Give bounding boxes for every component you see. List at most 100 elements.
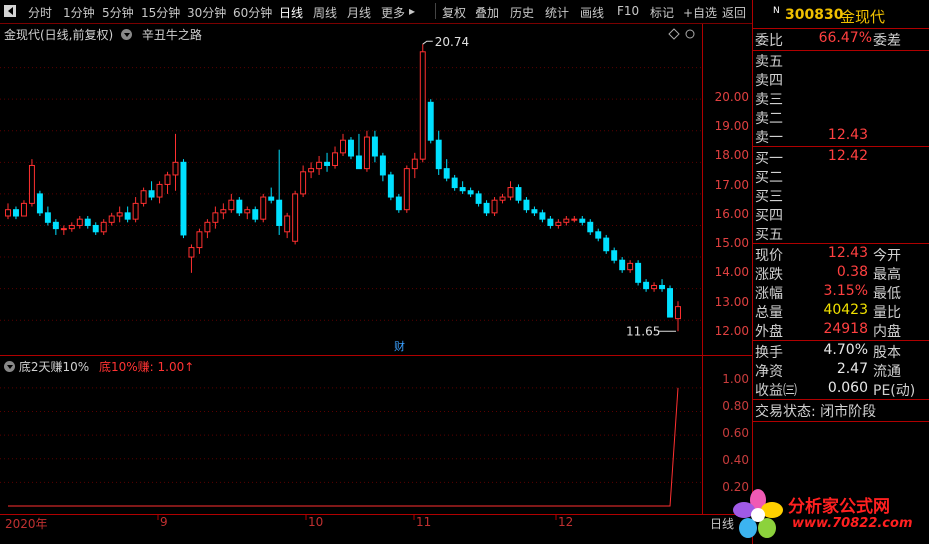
candle[interactable] <box>108 212 115 226</box>
tab-monthly[interactable]: 月线 <box>347 4 371 21</box>
candle[interactable] <box>36 190 43 216</box>
diamond-icon[interactable] <box>668 28 680 40</box>
candle[interactable] <box>100 219 107 235</box>
candle[interactable] <box>292 190 299 245</box>
candle[interactable] <box>427 99 434 144</box>
candle[interactable] <box>44 206 51 226</box>
candle[interactable] <box>675 301 681 332</box>
btn-lishi[interactable]: 历史 <box>510 4 534 21</box>
candle[interactable] <box>579 216 586 226</box>
candle[interactable] <box>451 174 458 191</box>
candle[interactable] <box>363 130 370 172</box>
candle[interactable] <box>212 206 219 229</box>
candle[interactable] <box>116 206 123 223</box>
candle[interactable] <box>308 162 315 179</box>
candle[interactable] <box>140 187 147 207</box>
candle[interactable] <box>260 193 267 223</box>
tab-60min[interactable]: 60分钟 <box>233 4 272 21</box>
more-arrow-icon[interactable]: ▸ <box>409 4 415 18</box>
candle[interactable] <box>220 203 227 220</box>
candle[interactable] <box>316 156 323 175</box>
candle[interactable] <box>411 152 418 179</box>
candle[interactable] <box>348 137 354 160</box>
candle[interactable] <box>132 197 139 223</box>
candle[interactable] <box>531 206 538 216</box>
candle[interactable] <box>252 206 259 223</box>
candle[interactable] <box>603 234 610 254</box>
candle[interactable] <box>355 133 362 170</box>
tab-5min[interactable]: 5分钟 <box>102 4 134 21</box>
financial-report-badge[interactable]: 财 <box>394 339 405 353</box>
candle[interactable] <box>228 193 235 213</box>
candle[interactable] <box>268 187 275 204</box>
candle[interactable] <box>13 206 19 220</box>
btn-huaxian[interactable]: 画线 <box>580 4 604 21</box>
candle[interactable] <box>587 219 594 235</box>
candle[interactable] <box>547 216 554 229</box>
candle[interactable] <box>52 219 59 235</box>
candle[interactable] <box>196 228 203 254</box>
candle[interactable] <box>332 146 338 169</box>
back-arrow-icon[interactable] <box>4 5 16 17</box>
candle[interactable] <box>611 247 618 264</box>
candle[interactable] <box>148 181 155 201</box>
candle[interactable] <box>60 225 67 235</box>
candle[interactable] <box>571 216 578 223</box>
candle[interactable] <box>635 260 642 286</box>
candle[interactable] <box>84 216 91 229</box>
candle[interactable] <box>435 130 442 175</box>
btn-fanhui[interactable]: 返回 <box>722 4 746 21</box>
candle[interactable] <box>340 133 346 156</box>
candle[interactable] <box>555 219 562 229</box>
tab-daily[interactable]: 日线 <box>279 4 303 21</box>
candle[interactable] <box>92 222 99 235</box>
candle[interactable] <box>499 193 506 204</box>
candle[interactable] <box>491 197 498 216</box>
tab-1min[interactable]: 1分钟 <box>63 4 95 21</box>
candlestick-chart[interactable]: 20.74 11.65 财 <box>0 24 702 354</box>
candle[interactable] <box>188 244 195 273</box>
candle[interactable] <box>172 133 179 191</box>
candle[interactable] <box>507 181 514 201</box>
candle[interactable] <box>627 260 634 273</box>
tab-more[interactable]: 更多 <box>381 4 405 21</box>
candle[interactable] <box>467 187 474 198</box>
tab-15min[interactable]: 15分钟 <box>141 4 180 21</box>
btn-biaoji[interactable]: 标记 <box>650 4 674 21</box>
candle[interactable] <box>395 193 402 213</box>
candle[interactable] <box>595 228 602 242</box>
tab-fenshi[interactable]: 分时 <box>28 4 52 21</box>
candle[interactable] <box>523 197 530 213</box>
candle[interactable] <box>156 181 163 204</box>
candle[interactable] <box>563 216 570 226</box>
candle[interactable] <box>164 171 171 194</box>
candle[interactable] <box>236 197 243 216</box>
candle[interactable] <box>643 279 650 292</box>
candle[interactable] <box>68 222 75 232</box>
candle[interactable] <box>20 200 27 217</box>
candle[interactable] <box>667 285 673 318</box>
btn-add-watchlist[interactable]: +自选 <box>683 4 717 21</box>
candle[interactable] <box>419 44 426 163</box>
candle[interactable] <box>387 171 394 201</box>
candle[interactable] <box>659 279 666 292</box>
candle[interactable] <box>5 203 11 220</box>
tab-weekly[interactable]: 周线 <box>313 4 337 21</box>
candle[interactable] <box>483 200 490 216</box>
settings-icon[interactable] <box>685 29 695 39</box>
btn-fuquan[interactable]: 复权 <box>442 4 466 21</box>
tab-30min[interactable]: 30分钟 <box>187 4 226 21</box>
candle[interactable] <box>651 282 658 292</box>
btn-tongji[interactable]: 统计 <box>545 4 569 21</box>
btn-diejia[interactable]: 叠加 <box>475 4 499 21</box>
candle[interactable] <box>300 165 307 198</box>
candle[interactable] <box>619 257 626 273</box>
candle[interactable] <box>76 216 83 229</box>
candle[interactable] <box>539 209 546 223</box>
candle[interactable] <box>515 184 522 204</box>
candle[interactable] <box>204 219 211 239</box>
candle[interactable] <box>371 130 378 163</box>
btn-f10[interactable]: F10 <box>617 4 639 18</box>
candle[interactable] <box>124 206 131 223</box>
candle[interactable] <box>28 159 35 207</box>
